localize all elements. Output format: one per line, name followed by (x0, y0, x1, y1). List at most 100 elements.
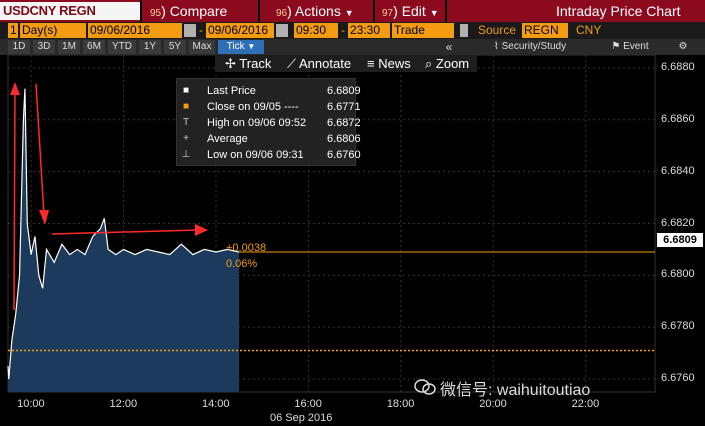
x-tick-label: 10:00 (17, 398, 45, 410)
y-tick-label: 6.6840 (661, 164, 695, 177)
legend-swatch: ■ (182, 101, 190, 112)
dropdown-icon[interactable] (460, 24, 468, 37)
chart-tools-bar: ✢ Track ⟋ Annotate ≡ News ⌕ Zoom (215, 55, 477, 72)
track-tool[interactable]: ✢ Track (225, 55, 271, 72)
range-button[interactable]: 5Y (164, 40, 186, 54)
x-tick-label: 20:00 (479, 398, 507, 410)
annotation-arrow (13, 89, 16, 311)
actions-label: Actions (294, 3, 341, 19)
legend-value: 6.6806 (327, 133, 361, 145)
actions-key: 96 (276, 8, 288, 19)
tick-dropdown[interactable]: Tick ▼ (218, 40, 264, 54)
zoom-label: Zoom (435, 56, 470, 71)
calendar-icon[interactable] (276, 24, 288, 37)
compare-label: Compare (169, 3, 228, 19)
range-button[interactable]: 1D (8, 40, 30, 54)
flag-icon: ⚑ (611, 41, 621, 52)
mode-select[interactable]: Trade (392, 23, 454, 38)
compare-button[interactable]: 95) Compare (150, 2, 227, 20)
y-tick-label: 6.6780 (661, 320, 695, 333)
range-button[interactable]: 3D (33, 40, 55, 54)
time-from-field[interactable]: 09:30 (294, 23, 338, 38)
dash: - (341, 23, 345, 37)
range-button[interactable]: Max (189, 40, 215, 54)
y-tick-label: 6.6800 (661, 268, 695, 281)
legend-name: Average (207, 133, 248, 145)
separator (140, 0, 142, 22)
actions-button[interactable]: 96) Actions ▼ (276, 2, 354, 20)
collapse-button[interactable]: « (438, 40, 460, 54)
pencil-icon: ⟋ (287, 56, 297, 71)
legend-name: Low on 09/06 09:31 (207, 149, 304, 161)
dash: - (199, 23, 203, 37)
event-label: Event (623, 41, 649, 52)
x-tick-label: 14:00 (201, 398, 230, 410)
magnifier-icon: ⌕ (425, 56, 433, 71)
legend-value: 6.6760 (327, 149, 361, 161)
top-toolbar: USDCNY REGN Curncy 95) Compare 96) Actio… (0, 0, 705, 22)
legend-item: ■ Close on 09/05 ---- 6.6771 (177, 99, 361, 115)
range-button[interactable]: YTD (108, 40, 136, 54)
chevron-down-icon: ▼ (247, 42, 256, 51)
date-from-field[interactable]: 09/06/2016 (88, 23, 182, 38)
ticker-field[interactable]: USDCNY REGN Curncy (0, 2, 140, 20)
legend-swatch: ■ (182, 85, 190, 96)
period-number[interactable]: 1 (8, 23, 18, 38)
x-tick-label: 18:00 (386, 398, 415, 410)
last-price-tag: 6.6809 (657, 233, 703, 247)
range-bar: 1D 3D 1M 6M YTD 1Y 5Y Max Tick ▼ « ⌇ Sec… (0, 39, 705, 55)
x-tick-label: 12:00 (109, 398, 138, 410)
legend-name: High on 09/06 09:52 (207, 117, 307, 129)
range-button[interactable]: 1M (58, 40, 80, 54)
window-title: Intraday Price Chart (556, 3, 681, 19)
separator (258, 0, 260, 22)
x-tick-label: 22:00 (571, 398, 600, 410)
track-label: Track (239, 56, 272, 71)
edit-key: 97 (382, 8, 394, 19)
y-tick-label: 6.6760 (661, 372, 695, 385)
range-button[interactable]: 1Y (139, 40, 161, 54)
watermark: 微信号: waihuitoutiao (440, 382, 591, 399)
legend-name: Close on 09/05 ---- (207, 101, 299, 113)
change-value: +0.0038 (226, 242, 267, 254)
legend-value: 6.6771 (327, 101, 361, 113)
news-tool[interactable]: ≡ News (367, 55, 411, 72)
currency-label: CNY (576, 23, 602, 37)
calendar-icon[interactable] (184, 24, 196, 37)
source-field[interactable]: REGN (522, 23, 568, 38)
chevron-down-icon: ▼ (429, 8, 439, 18)
y-tick-label: 6.6880 (661, 60, 695, 73)
wechat-icon (414, 379, 436, 395)
date-to-field[interactable]: 09/06/2016 (206, 23, 274, 38)
annotate-label: Annotate (299, 56, 352, 71)
event-button[interactable]: ⚑ Event (600, 40, 660, 54)
security-study-label: Security/Study (501, 41, 567, 52)
period-unit[interactable]: Day(s) (20, 23, 86, 38)
legend-item: ⊥ Low on 09/06 09:31 6.6760 (177, 147, 361, 163)
annotate-tool[interactable]: ⟋ Annotate (287, 55, 351, 72)
gear-icon[interactable]: ⚙ (672, 40, 694, 54)
legend-value: 6.6872 (327, 117, 361, 129)
x-tick-label: 16:00 (294, 398, 322, 410)
change-percent: 0.06% (226, 258, 258, 270)
y-tick-label: 6.6820 (661, 216, 695, 229)
crosshair-icon: ✢ (225, 56, 236, 71)
edit-label: Edit (401, 3, 426, 19)
settings-bar: 1 Day(s) 09/06/2016 - 09/06/2016 09:30 -… (0, 22, 705, 39)
source-label: Source (478, 23, 517, 37)
legend-swatch: ⊥ (181, 149, 191, 160)
y-tick-label: 6.6860 (661, 112, 695, 125)
legend-item: T High on 09/06 09:52 6.6872 (177, 115, 361, 131)
chart-legend[interactable]: ■ Last Price 6.6809 ■ Close on 09/05 ---- 6.… (176, 78, 361, 166)
zoom-tool[interactable]: ⌕ Zoom (425, 55, 469, 72)
edit-button[interactable]: 97) Edit ▼ (382, 2, 439, 20)
legend-value: 6.6809 (327, 85, 361, 97)
legend-name: Last Price (207, 85, 256, 97)
legend-item: + Average 6.6806 (177, 131, 361, 147)
time-to-field[interactable]: 23:30 (348, 23, 390, 38)
news-label: News (378, 56, 411, 71)
legend-swatch: T (182, 117, 190, 128)
news-icon: ≡ (367, 56, 375, 71)
security-study-button[interactable]: ⌇ Security/Study (478, 40, 582, 54)
range-button[interactable]: 6M (83, 40, 105, 54)
